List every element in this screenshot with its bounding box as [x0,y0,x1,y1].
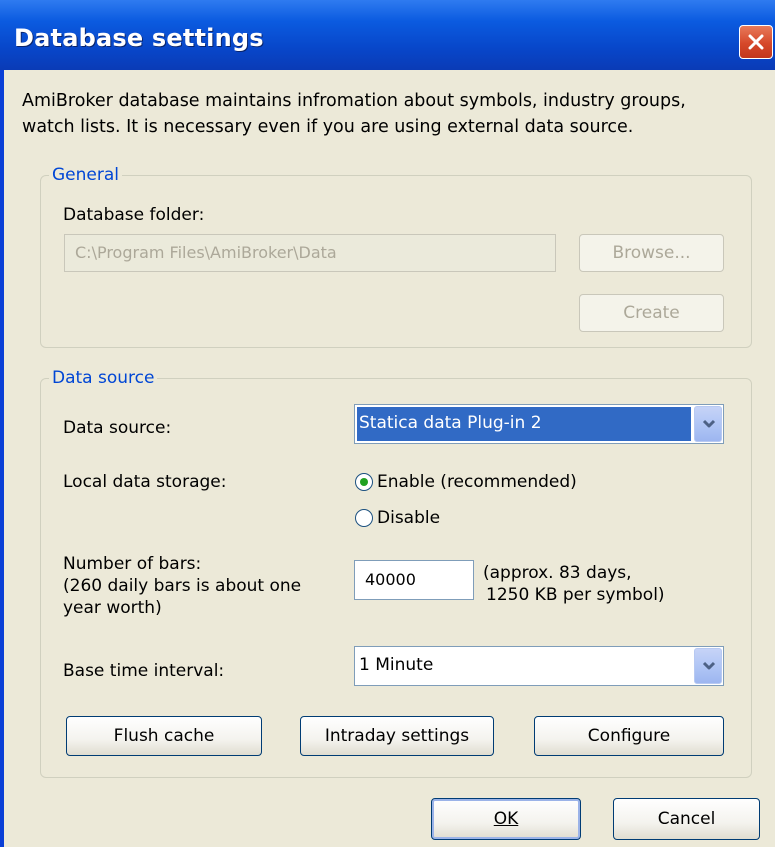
ok-button[interactable]: OK [431,798,581,840]
number-of-bars-input[interactable]: 40000 [354,560,474,600]
number-of-bars-label-line1: Number of bars: [63,554,202,574]
disable-radio-label[interactable]: Disable [377,508,440,528]
base-interval-dropdown[interactable]: 1 Minute [354,646,724,686]
data-source-dropdown-button[interactable] [694,406,722,442]
data-source-dropdown[interactable]: Statica data Plug-in 2 [354,404,724,444]
title-bar[interactable]: Database settings [0,0,775,70]
base-interval-dropdown-button[interactable] [694,648,722,684]
enable-radio[interactable]: Enable (recommended) [355,472,577,492]
cancel-button[interactable]: Cancel [613,798,760,840]
local-storage-label: Local data storage: [63,472,227,492]
data-source-group-title: Data source [52,368,155,388]
configure-button[interactable]: Configure [534,716,724,756]
cancel-button-label: Cancel [657,809,716,829]
number-of-bars-label: Number of bars: (260 daily bars is about… [63,553,343,619]
flush-cache-button[interactable]: Flush cache [66,716,262,756]
base-interval-value: 1 Minute [359,655,434,675]
radio-selected-dot [360,478,368,486]
ok-button-label: OK [493,809,519,829]
intro-text: AmiBroker database maintains infromation… [22,88,686,140]
enable-radio-label[interactable]: Enable (recommended) [377,472,577,492]
number-of-bars-label-line2: (260 daily bars is about one year worth) [63,576,302,618]
data-source-value: Statica data Plug-in 2 [357,407,691,441]
close-button[interactable] [739,25,773,59]
create-button[interactable]: Create [579,294,724,332]
bars-approx-hint: (approx. 83 days, 1250 KB per symbol) [483,562,703,606]
base-interval-label: Base time interval: [63,661,225,681]
chevron-down-icon [702,661,716,670]
dialog-window: Database settings AmiBroker database mai… [0,0,775,847]
bars-approx-hint-line1: (approx. 83 days, [483,563,632,583]
database-folder-field[interactable]: C:\Program Files\AmiBroker\Data [64,234,556,272]
intraday-settings-button[interactable]: Intraday settings [300,716,494,756]
browse-button[interactable]: Browse... [579,234,724,272]
database-folder-value: C:\Program Files\AmiBroker\Data [75,243,337,262]
general-group-title: General [52,165,119,185]
disable-radio[interactable]: Disable [355,508,440,528]
enable-radio-circle[interactable] [355,473,373,491]
data-source-label: Data source: [63,418,172,438]
database-folder-label: Database folder: [63,205,205,225]
intro-line-2: watch lists. It is necessary even if you… [22,117,634,137]
disable-radio-circle[interactable] [355,509,373,527]
intro-line-1: AmiBroker database maintains infromation… [22,91,686,111]
chevron-down-icon [702,419,716,428]
close-x-icon [748,34,764,50]
bars-approx-hint-line2: 1250 KB per symbol) [486,585,665,605]
dialog-title: Database settings [14,24,264,52]
number-of-bars-value: 40000 [365,570,416,589]
